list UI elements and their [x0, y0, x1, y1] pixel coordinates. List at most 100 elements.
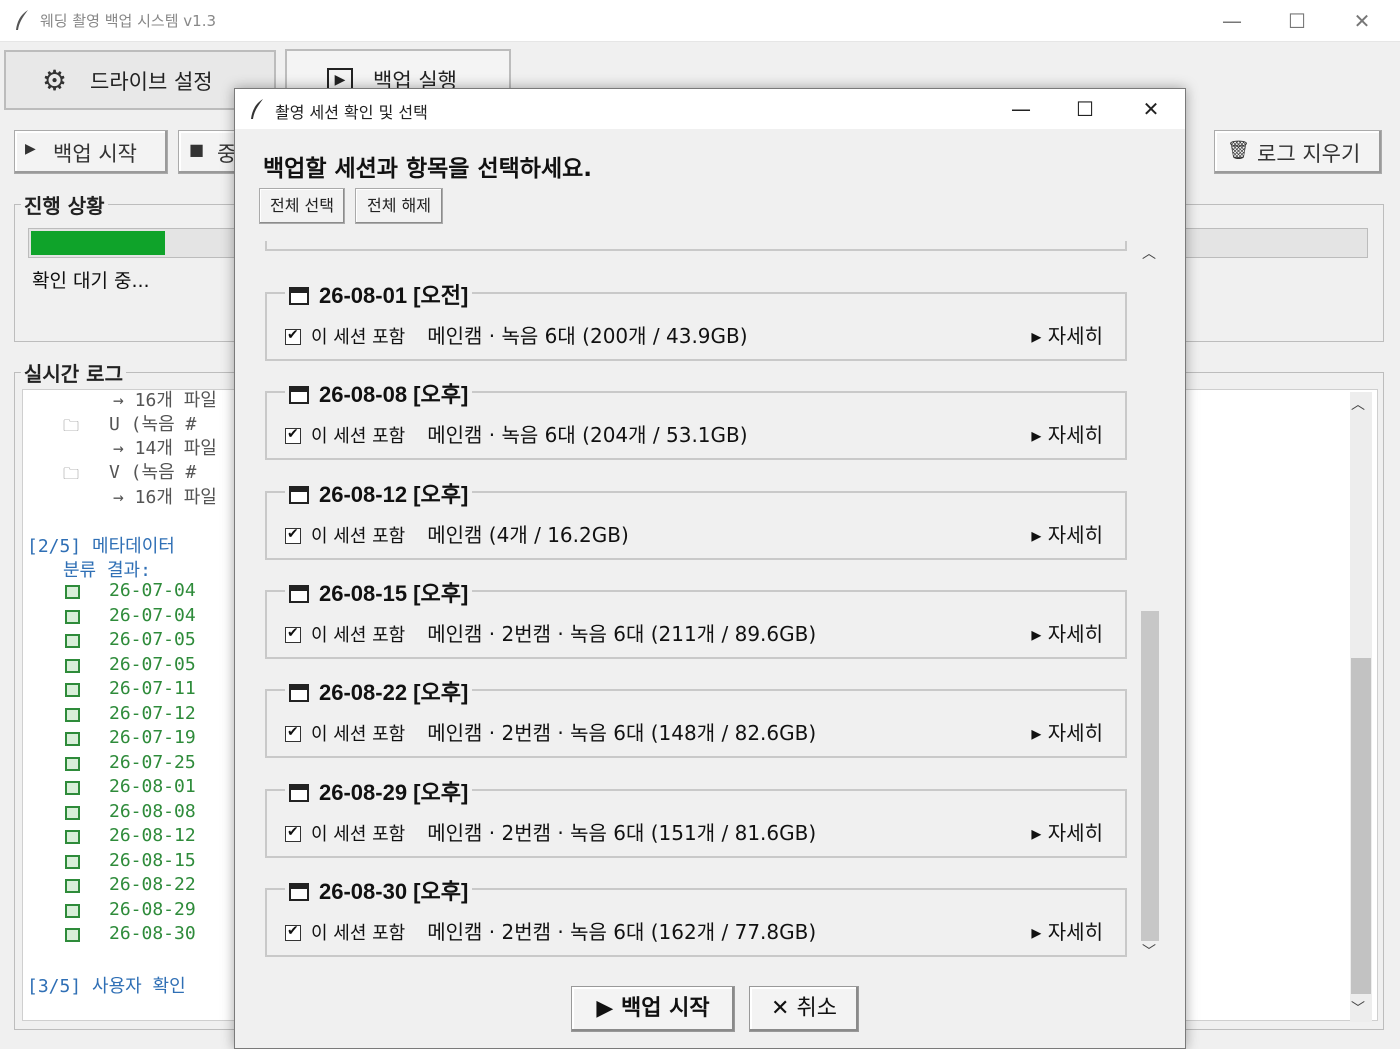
progress-bar-fill [31, 231, 165, 255]
session-detail-toggle[interactable]: ▸ 자세히 [1031, 519, 1103, 548]
session-detail-toggle[interactable]: ▸ 자세히 [1031, 817, 1103, 846]
progress-group-label: 진행 상황 [24, 194, 105, 218]
session-title-text: 26-08-08 [오후] [319, 382, 469, 408]
dialog-cancel-button[interactable]: ✕ 취소 [749, 986, 859, 1032]
calendar-icon [65, 707, 80, 722]
log-line: → 16개 파일 [113, 487, 217, 508]
dialog-maximize-button[interactable]: ☐ [1055, 94, 1115, 124]
checkbox-icon[interactable] [285, 625, 301, 643]
deselect-all-button[interactable]: 전체 해제 [355, 188, 443, 224]
close-button[interactable]: ✕ [1332, 6, 1392, 36]
log-date-line: 26-08-08 [109, 800, 196, 822]
minimize-button[interactable]: — [1202, 6, 1262, 36]
button-label: 로그 지우기 [1257, 142, 1361, 166]
session-summary: 메인캠 · 2번캠 · 녹음 6대 (211개 / 89.6GB) [427, 621, 817, 646]
maximize-button[interactable]: ☐ [1267, 6, 1327, 36]
session-item: 26-08-12 [오후] 이 세션 포함 메인캠 (4개 / 16.2GB) ▸ 자… [265, 476, 1127, 560]
calendar-icon [65, 585, 80, 599]
session-title: 26-08-29 [오후] [285, 774, 473, 807]
checkbox-icon[interactable] [285, 923, 301, 941]
session-row: 이 세션 포함 메인캠 · 2번캠 · 녹음 6대 (148개 / 82.6GB) [285, 717, 816, 746]
calendar-icon [289, 882, 309, 901]
session-detail-toggle[interactable]: ▸ 자세히 [1031, 717, 1103, 746]
scroll-up-icon[interactable]: ︿ [1351, 394, 1365, 414]
log-date-line: 26-07-25 [109, 751, 196, 773]
session-title: 26-08-15 [오후] [285, 575, 473, 608]
progress-status-text: 확인 대기 중... [32, 270, 150, 292]
session-item: 26-08-22 [오후] 이 세션 포함 메인캠 · 2번캠 · 녹음 6대 (1… [265, 675, 1127, 759]
calendar-icon [289, 684, 309, 703]
folder-icon: 🗀 [63, 464, 80, 483]
stop-button[interactable]: ■ 중 [178, 130, 238, 174]
session-summary: 메인캠 · 2번캠 · 녹음 6대 (162개 / 77.8GB) [427, 919, 817, 944]
session-row: 이 세션 포함 메인캠 · 2번캠 · 녹음 6대 (162개 / 77.8GB) [285, 916, 816, 945]
session-box-partial [265, 241, 1127, 251]
session-item: 26-08-01 [오전] 이 세션 포함 메인캠 · 녹음 6대 (200개 / … [265, 278, 1127, 361]
checkbox-icon[interactable] [285, 724, 301, 743]
dialog-heading: 백업할 세션과 항목을 선택하세요. [263, 156, 592, 182]
session-item: 26-08-29 [오후] 이 세션 포함 메인캠 · 2번캠 · 녹음 6대 (1… [265, 774, 1127, 858]
calendar-icon [65, 658, 80, 673]
include-label: 이 세션 포함 [311, 724, 406, 746]
log-date-line: 26-08-29 [109, 898, 196, 920]
live-log-group-label: 실시간 로그 [24, 362, 123, 386]
log-scrollbar[interactable]: ︿ ﹀ [1350, 392, 1372, 1022]
session-detail-toggle[interactable]: ▸ 자세히 [1031, 618, 1103, 647]
log-line: → 14개 파일 [113, 438, 217, 459]
dialog-start-backup-button[interactable]: ▶ 백업 시작 [571, 986, 735, 1032]
session-detail-toggle[interactable]: ▸ 자세히 [1031, 419, 1103, 448]
session-list: 26-08-01 [오전] 이 세션 포함 메인캠 · 녹음 6대 (200개 / … [265, 241, 1135, 961]
checkbox-icon[interactable] [285, 426, 301, 445]
session-summary: 메인캠 · 2번캠 · 녹음 6대 (151개 / 81.6GB) [427, 820, 817, 845]
scroll-down-icon[interactable]: ﹀ [1142, 941, 1156, 961]
stop-icon: ■ [189, 140, 205, 159]
clear-log-button[interactable]: 🗑 로그 지우기 [1214, 130, 1382, 174]
log-scrollbar-thumb[interactable] [1351, 658, 1371, 994]
calendar-icon [65, 609, 80, 624]
checkbox-icon[interactable] [285, 327, 301, 345]
session-title-text: 26-08-22 [오후] [319, 680, 469, 706]
start-backup-button[interactable]: ▶ 백업 시작 [14, 130, 168, 174]
calendar-icon [289, 386, 309, 405]
calendar-icon [289, 485, 309, 504]
dialog-titlebar: 촬영 세션 확인 및 선택 — ☐ ✕ [235, 89, 1185, 129]
session-row: 이 세션 포함 메인캠 · 2번캠 · 녹음 6대 (211개 / 89.6GB) [285, 618, 816, 647]
dialog-close-button[interactable]: ✕ [1121, 94, 1181, 124]
session-select-dialog: 촬영 세션 확인 및 선택 — ☐ ✕ 백업할 세션과 항목을 선택하세요. 전… [234, 88, 1186, 1049]
calendar-icon [65, 756, 80, 771]
session-detail-toggle[interactable]: ▸ 자세히 [1031, 916, 1103, 945]
calendar-icon [65, 903, 80, 918]
dialog-minimize-button[interactable]: — [991, 94, 1051, 124]
log-date-line: 26-08-22 [109, 874, 196, 895]
dialog-title: 촬영 세션 확인 및 선택 [275, 103, 428, 122]
folder-icon: 🗀 [63, 416, 80, 435]
log-date-line: 26-07-19 [109, 727, 196, 748]
session-list-scrollbar-thumb[interactable] [1141, 611, 1159, 941]
log-step3: [3/5] 사용자 확인 [27, 976, 186, 997]
log-step2: [2/5] 메타데이터 [27, 536, 175, 557]
session-item: 26-08-08 [오후] 이 세션 포함 메인캠 · 녹음 6대 (204개 / … [265, 377, 1127, 461]
main-window-title: 웨딩 촬영 백업 시스템 v1.3 [40, 12, 217, 30]
session-summary: 메인캠 · 녹음 6대 (204개 / 53.1GB) [427, 423, 748, 448]
calendar-icon [65, 634, 80, 648]
checkbox-icon[interactable] [285, 526, 301, 544]
session-row: 이 세션 포함 메인캠 · 2번캠 · 녹음 6대 (151개 / 81.6GB) [285, 817, 816, 846]
include-label: 이 세션 포함 [311, 426, 406, 448]
select-all-button[interactable]: 전체 선택 [259, 188, 345, 224]
log-date-line: 26-08-01 [109, 776, 196, 797]
session-item: 26-08-15 [오후] 이 세션 포함 메인캠 · 2번캠 · 녹음 6대 (2… [265, 575, 1127, 659]
scroll-up-icon[interactable]: ︿ [1142, 243, 1156, 263]
session-list-scrollbar[interactable]: ︿ ﹀ [1137, 241, 1161, 961]
session-detail-toggle[interactable]: ▸ 자세히 [1031, 320, 1103, 349]
calendar-icon [289, 584, 309, 603]
calendar-icon [65, 805, 80, 820]
scroll-down-icon[interactable]: ﹀ [1351, 998, 1365, 1018]
log-date-line: 26-07-04 [109, 604, 196, 626]
session-title-text: 26-08-15 [오후] [319, 580, 469, 606]
session-title: 26-08-22 [오후] [285, 675, 473, 708]
session-title-text: 26-08-29 [오후] [319, 779, 469, 805]
log-step2-sub: 분류 결과: [63, 560, 151, 581]
calendar-icon [65, 683, 80, 697]
main-titlebar: 웨딩 촬영 백업 시스템 v1.3 — ☐ ✕ [0, 0, 1400, 42]
checkbox-icon[interactable] [285, 824, 301, 842]
